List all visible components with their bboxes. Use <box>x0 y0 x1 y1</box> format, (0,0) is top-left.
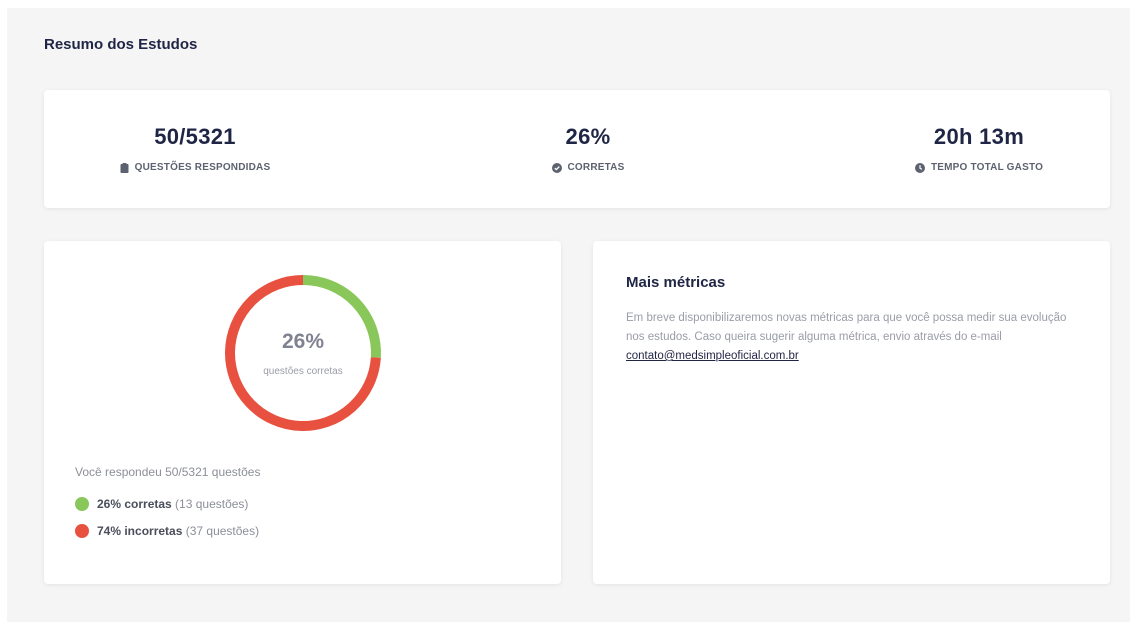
stat-answered-value: 50/5321 <box>154 124 236 149</box>
legend-dot-correct <box>75 497 89 511</box>
legend-correct-detail: (13 questões) <box>171 497 249 511</box>
metrics-description: Em breve disponibilizaremos novas métric… <box>626 309 1081 366</box>
stat-correct-value: 26% <box>565 124 611 149</box>
stat-time-label: TEMPO TOTAL GASTO <box>930 162 1044 173</box>
metrics-card: Mais métricas Em breve disponibilizaremo… <box>593 241 1110 584</box>
donut-center-caption: questões corretas <box>263 366 343 377</box>
metrics-title: Mais métricas <box>626 274 726 291</box>
stats-card: 50/5321 QUESTÕES RESPONDIDAS 26% CORRETA… <box>44 90 1110 208</box>
legend-item-correct: 26% corretas (13 questões) <box>75 497 248 511</box>
legend-incorrect-bold: 74% incorretas <box>97 524 183 538</box>
check-circle-icon <box>551 162 562 173</box>
answered-summary: Você respondeu 50/5321 questões <box>75 465 261 479</box>
contact-email-link[interactable]: contato@medsimpleoficial.com.br <box>626 350 799 362</box>
legend-item-incorrect: 74% incorretas (37 questões) <box>75 524 259 538</box>
stat-answered-label: QUESTÕES RESPONDIDAS <box>134 162 271 173</box>
legend-incorrect-detail: (37 questões) <box>182 524 260 538</box>
clock-icon <box>914 162 925 173</box>
stat-time-value: 20h 13m <box>933 124 1025 149</box>
page-title: Resumo dos Estudos <box>44 36 198 53</box>
stat-correct: 26% CORRETAS <box>502 124 674 173</box>
stat-correct-label: CORRETAS <box>567 162 625 173</box>
stat-time: 20h 13m TEMPO TOTAL GASTO <box>893 124 1065 173</box>
clipboard-icon <box>120 162 129 173</box>
dashboard-panel: Resumo dos Estudos 50/5321 QUESTÕES RESP… <box>7 8 1130 622</box>
metrics-text: Em breve disponibilizaremos novas métric… <box>626 312 1067 343</box>
chart-card: 26% questões corretas Você respondeu 50/… <box>44 241 561 584</box>
stat-answered: 50/5321 QUESTÕES RESPONDIDAS <box>95 124 295 173</box>
legend-correct-bold: 26% corretas <box>97 497 172 511</box>
donut-center-value: 26% <box>281 330 325 353</box>
legend-dot-incorrect <box>75 524 89 538</box>
